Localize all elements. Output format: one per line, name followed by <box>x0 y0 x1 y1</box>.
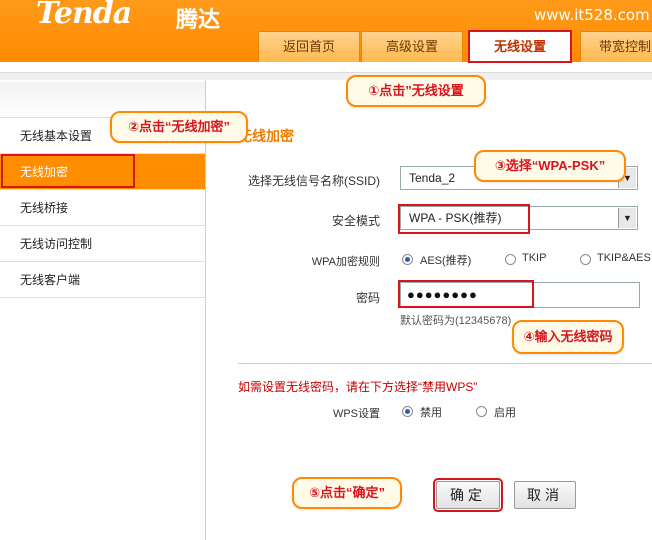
tab-bandwidth-control[interactable]: 带宽控制 <box>580 31 652 62</box>
wpa-rule-label: WPA加密规则 <box>311 256 380 268</box>
tkip-option-label: TKIP <box>522 252 547 264</box>
cancel-button[interactable]: 取消 <box>514 481 576 509</box>
callout-step-3: ③选择“WPA-PSK” <box>474 150 626 182</box>
security-mode-label: 安全模式 <box>331 214 380 228</box>
site-watermark-url: www.it528.com <box>534 6 650 24</box>
sidebar-item-access-control[interactable]: 无线访问控制 <box>0 226 205 262</box>
radio-tkip[interactable] <box>505 254 516 265</box>
confirm-button[interactable]: 确定 <box>433 478 503 512</box>
security-highlight-box <box>398 204 530 234</box>
wps-label: WPS设置 <box>332 408 380 420</box>
password-label: 密码 <box>355 291 380 305</box>
wps-disable-label: 禁用 <box>420 407 442 419</box>
tenda-logo: Tenda <box>36 0 132 31</box>
tenda-logo-chinese: 腾达 <box>176 7 221 32</box>
wps-note: 如需设置无线密码，请在下方选择“禁用WPS” <box>238 380 478 394</box>
aes-option-label: AES(推荐) <box>420 255 472 267</box>
radio-tkip-aes[interactable] <box>580 254 591 265</box>
header-divider <box>0 72 652 80</box>
sidebar-highlight-box <box>1 154 135 188</box>
callout-step-2: ②点击“无线加密” <box>110 111 248 143</box>
ssid-value: Tenda_2 <box>409 171 456 185</box>
radio-aes[interactable] <box>402 254 413 265</box>
callout-step-1: ①点击”无线设置 <box>346 75 486 107</box>
password-highlight-box <box>398 280 534 308</box>
sidebar-item-wireless-bridge[interactable]: 无线桥接 <box>0 190 205 226</box>
tab-wireless-settings[interactable]: 无线设置 <box>468 30 572 63</box>
default-password-note: 默认密码为(12345678) <box>400 315 512 327</box>
tab-home[interactable]: 返回首页 <box>258 31 360 62</box>
main-panel <box>207 80 652 540</box>
tab-advanced-settings[interactable]: 高级设置 <box>361 31 463 62</box>
radio-wps-enable[interactable] <box>476 406 487 417</box>
callout-step-5: ⑤点击“确定” <box>292 477 402 509</box>
wps-enable-label: 启用 <box>494 407 516 419</box>
radio-wps-disable[interactable] <box>402 406 413 417</box>
callout-step-4: ④输入无线密码 <box>512 320 624 354</box>
sidebar-item-wireless-clients[interactable]: 无线客户端 <box>0 262 205 298</box>
section-divider <box>238 363 652 364</box>
ssid-label: 选择无线信号名称(SSID) <box>247 174 380 188</box>
chevron-down-icon[interactable]: ▼ <box>618 208 636 228</box>
tkip-aes-option-label: TKIP&AES <box>597 252 651 264</box>
